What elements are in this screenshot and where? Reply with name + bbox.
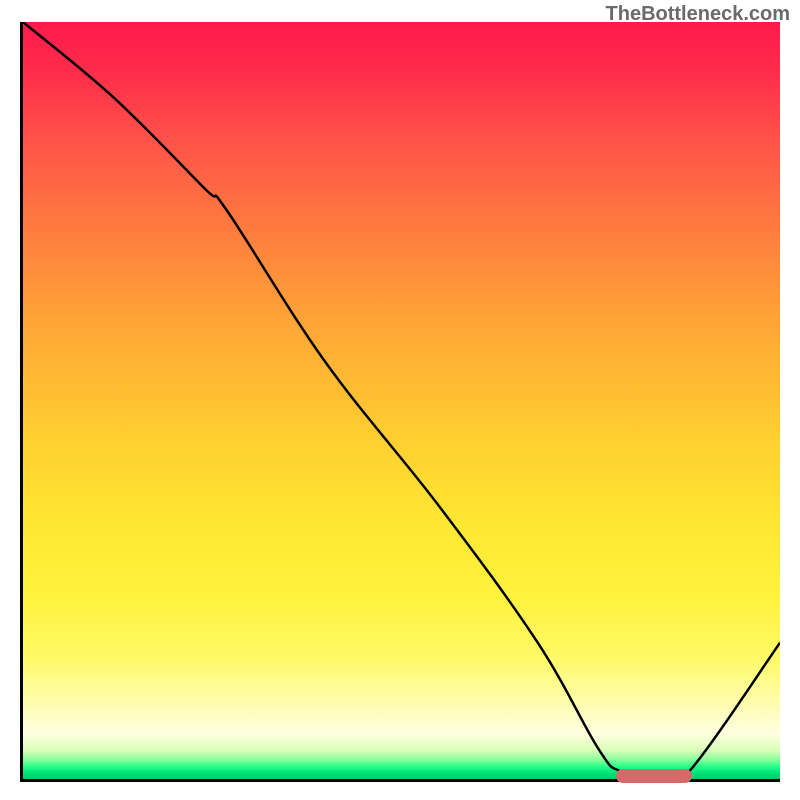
watermark-text: TheBottleneck.com [606, 3, 790, 26]
curve-layer [23, 22, 780, 779]
bottleneck-curve [23, 22, 780, 779]
plot-area [20, 22, 780, 782]
optimal-range-marker [616, 769, 692, 783]
